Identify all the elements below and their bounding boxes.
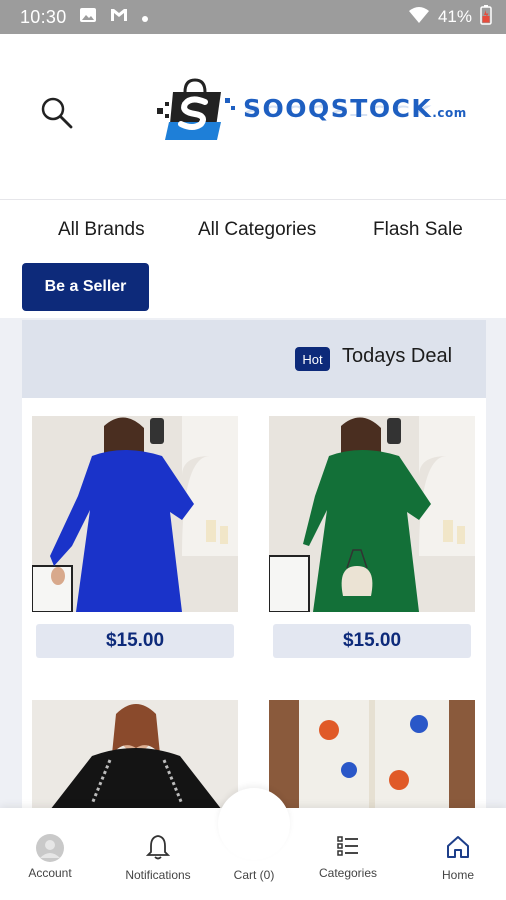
cart-button[interactable] [218,788,290,860]
battery-percentage: 41% [437,7,472,26]
nav-flash-sale[interactable]: Flash Sale [373,219,463,241]
home-icon [447,836,469,858]
todays-deal-header: Hot Todays Deal [22,320,486,398]
product-image[interactable] [32,416,238,612]
app-header: SOOQSTOCK.com SOOQSTOCK [0,34,506,200]
nav-home[interactable]: Home [430,834,486,882]
bell-icon [146,835,170,860]
status-bar: 10:30 41% [0,0,506,34]
todays-deal-title: Todays Deal [342,345,453,367]
wifi-icon [408,6,430,29]
nav-label: Notifications [125,868,191,882]
status-time: 10:30 [20,6,67,27]
account-icon [36,834,64,862]
nav-label: Cart (0) [233,868,275,882]
product-card[interactable]: $15.00 [269,416,475,658]
sooqstock-logo[interactable]: SOOQSTOCK.com SOOQSTOCK [155,78,475,148]
be-a-seller-button[interactable]: Be a Seller [22,263,149,311]
nav-all-brands[interactable]: All Brands [58,219,145,241]
nav-label: Home [441,868,474,882]
gmail-icon [109,7,129,28]
nav-label: Account [28,866,72,880]
dot-icon [141,7,149,28]
product-price: $15.00 [273,624,471,658]
nav-cart[interactable]: Cart (0) [222,864,286,882]
product-card[interactable]: $15.00 [32,416,238,658]
search-icon[interactable] [40,96,74,130]
nav-all-categories[interactable]: All Categories [198,219,316,241]
battery-icon [480,4,492,30]
nav-notifications[interactable]: Notifications [118,834,198,882]
shopping-bag-icon [157,78,235,140]
nav-label: Categories [318,866,378,880]
logo-reflection: SOOQSTOCK [243,102,433,118]
hot-badge: Hot [295,347,330,371]
list-icon [337,836,358,856]
product-image[interactable] [269,416,475,612]
image-icon [79,7,97,28]
nav-account[interactable]: Account [22,834,78,880]
product-price: $15.00 [36,624,234,658]
nav-categories[interactable]: Categories [308,834,388,880]
